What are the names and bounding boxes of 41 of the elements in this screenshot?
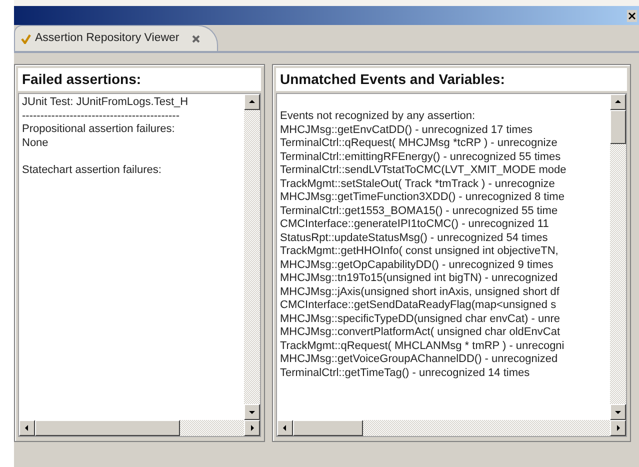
scroll-left-button[interactable] — [277, 420, 293, 436]
text-line: TrackMgmt::qRequest( MHCLANMsg * tmRP ) - unrecogni — [280, 340, 564, 353]
scroll-thumb[interactable] — [293, 420, 363, 436]
check-mark-icon — [21, 34, 31, 44]
scroll-right-button[interactable] — [244, 420, 260, 436]
panel-title: Unmatched Events and Variables: — [276, 68, 627, 91]
text-line: JUnit Test: JUnitFromLogs.Test_H — [22, 96, 188, 110]
text-line: Propositional assertion failures: — [22, 123, 175, 136]
scroll-up-button[interactable] — [610, 94, 626, 110]
panel-title: Failed assertions: — [18, 68, 261, 91]
text-line: TerminalCtrl::get1553_BOMA15() - unrecognized 55 time — [280, 204, 558, 218]
text-line: MHCJMsg::getVoiceGroupAChannelDD() - unrecognized — [280, 353, 558, 366]
text-line: Events not recognized by any assertion: — [280, 110, 476, 124]
text-line: MHCJMsg::getOpCapabilityDD() - unrecognized 9 times — [280, 258, 554, 272]
scroll-down-button[interactable] — [610, 404, 626, 420]
text-line: TerminalCtrl::sendLVTstatToCMC(LVT_XMIT_MODE mode — [280, 164, 566, 178]
text-line: None — [22, 136, 48, 150]
text-line: MHCJMsg::tn19To15(unsigned int bigTN) - unrecognized — [280, 272, 558, 286]
text-line: TerminalCtrl::getTimeTag() - unrecognized 14 times — [280, 366, 530, 380]
scroll-left-button[interactable] — [19, 420, 35, 436]
text-line: TrackMgmt::getHHOInfo( const unsigned int objectiveTN, — [280, 245, 558, 258]
text-line: MHCJMsg::specificTypeDD(unsigned char envCat) - unre — [280, 312, 560, 326]
text-line: TerminalCtrl::emittingRFEnergy() - unrecognized 55 times — [280, 150, 561, 164]
scroll-down-button[interactable] — [244, 404, 260, 420]
close-icon[interactable] — [627, 10, 637, 22]
text-line: CMCInterface::generateIPI1toCMC() - unrecognized 11 — [280, 218, 549, 232]
text-line: StatusRpt::updateStatusMsg() - unrecognized 54 times — [280, 232, 548, 245]
scroll-thumb[interactable] — [610, 110, 626, 144]
text-line: MHCJMsg::getEnvCatDD() - unrecognized 17 times — [280, 124, 532, 137]
text-line: TrackMgmt::setStaleOut( Track *tmTrack ) - unrecognize — [280, 178, 555, 191]
scroll-right-button[interactable] — [610, 420, 626, 436]
text-line: TerminalCtrl::qRequest( MHCJMsg *tcRP ) - unrecognize — [280, 137, 558, 150]
scroll-thumb[interactable] — [35, 420, 180, 436]
text-line: ------------------------------------------- — [22, 110, 180, 123]
text-line: MHCJMsg::convertPlatformAct( unsigned char oldEnvCat — [280, 326, 560, 340]
viewer-tab[interactable]: Assertion Repository Viewer — [14, 25, 218, 51]
scroll-up-button[interactable] — [244, 94, 260, 110]
text-line: CMCInterface::getSendDataReadyFlag(map<unsigned s — [280, 299, 556, 312]
text-line: Statechart assertion failures: — [22, 164, 162, 178]
text-line: MHCJMsg::getTimeFunction3XDD() - unrecognized 8 time — [280, 191, 564, 204]
text-line: MHCJMsg::jAxis(unsigned short inAxis, unsigned short df — [280, 286, 560, 299]
